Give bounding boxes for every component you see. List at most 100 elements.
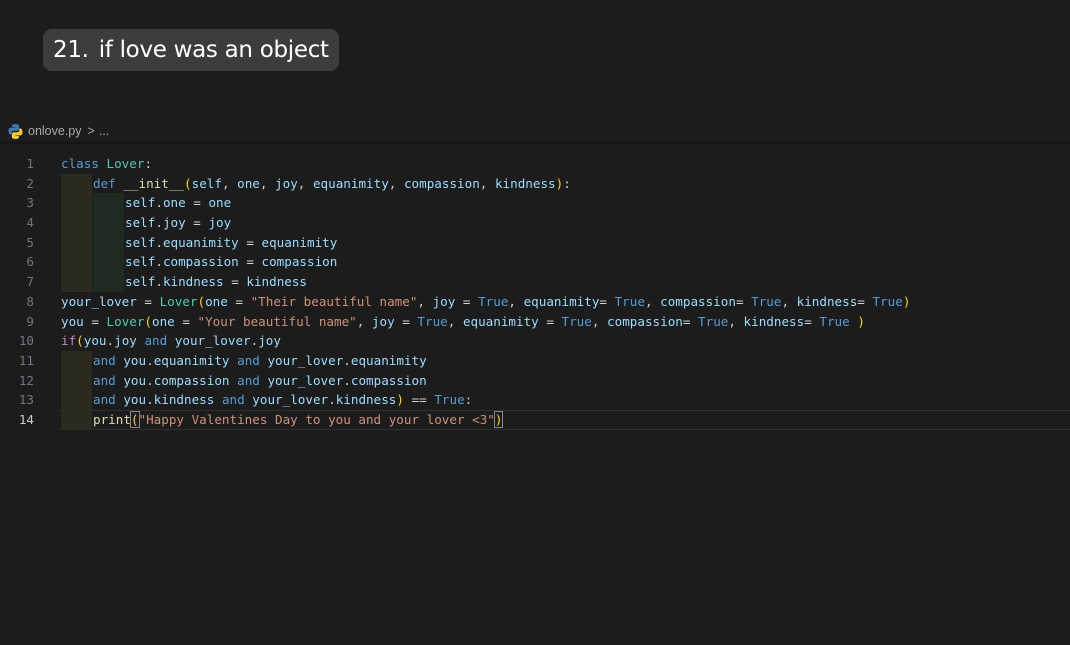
code-token: equanimity <box>523 293 600 309</box>
code-token: ) <box>902 293 911 309</box>
code-token: equanimity <box>462 313 539 329</box>
line-number: 10 <box>18 333 34 349</box>
code-token: one <box>237 175 260 191</box>
code-token: compassion <box>660 293 736 309</box>
code-token: . <box>146 352 154 368</box>
code-token: ( <box>184 175 192 191</box>
code-token: kindness <box>494 175 556 191</box>
code-token: = <box>223 274 247 290</box>
python-icon <box>7 123 24 140</box>
code-token: True <box>751 293 782 309</box>
code-token: . <box>155 234 163 250</box>
code-token: Lover <box>159 293 198 309</box>
indent-guide <box>93 252 124 273</box>
code-token: your_lover <box>267 372 344 388</box>
code-token: your_lover <box>61 293 137 309</box>
code-token: equanimity <box>162 234 239 250</box>
code-line[interactable]: 8 your_lover = Lover(one = "Their beautif… <box>0 292 1070 312</box>
code-line[interactable]: 3 self.one = one <box>0 193 1070 214</box>
code-token: self <box>125 215 156 231</box>
code-token: , <box>388 175 404 191</box>
code-token: ) <box>857 313 865 329</box>
code-token: True <box>434 392 465 408</box>
code-line[interactable]: 1 class Lover: <box>0 154 1070 174</box>
code-token: compassion <box>153 372 230 388</box>
indent-guide <box>61 272 92 292</box>
code-token: and <box>144 333 168 349</box>
code-token: True <box>819 313 850 329</box>
breadcrumb[interactable]: onlove.py > ... <box>7 121 109 141</box>
code-token: compassion <box>350 372 427 388</box>
code-token: joy <box>258 333 281 349</box>
code-line[interactable]: 13 and you.kindness and your_lover.kindne… <box>0 390 1070 410</box>
title-text: if love was an object <box>98 37 329 63</box>
code-token: your_lover <box>267 352 344 368</box>
code-text: you = Lover(one = "Your beautiful name",… <box>61 312 865 332</box>
line-number: 8 <box>26 293 34 309</box>
code-token: : <box>144 156 153 171</box>
code-token: ( <box>129 410 140 428</box>
code-token: . <box>343 372 351 388</box>
code-token: self <box>125 234 156 250</box>
code-token: , <box>447 313 463 329</box>
code-token: . <box>146 372 154 388</box>
code-line[interactable]: 14 print("Happy Valentines Day to you and… <box>0 409 1070 430</box>
code-line[interactable]: 9 you = Lover(one = "Your beautiful name"… <box>0 312 1070 332</box>
code-token: ) <box>396 392 404 408</box>
breadcrumb-trail[interactable]: ... <box>99 124 109 138</box>
code-token: , <box>221 175 238 191</box>
code-line[interactable]: 12 and you.compassion and your_lover.comp… <box>0 370 1070 391</box>
code-token: = <box>599 293 615 309</box>
code-token: kindness <box>246 274 308 290</box>
code-editor[interactable]: 1 class Lover: 2 def __init__(self, one, jo… <box>0 154 1070 430</box>
code-token: equanimity <box>312 175 389 191</box>
code-line[interactable]: 4 self.joy = joy <box>0 213 1070 233</box>
code-token: = <box>238 254 262 270</box>
code-line[interactable]: 7 self.kindness = kindness <box>0 272 1070 292</box>
code-token: your_lover <box>174 333 251 349</box>
code-token: , <box>781 293 797 309</box>
line-number: 9 <box>26 313 34 329</box>
breadcrumb-filename[interactable]: onlove.py <box>28 124 82 138</box>
indent-guide <box>61 252 92 273</box>
indent-guide <box>61 213 92 233</box>
slide-title: 21. if love was an object <box>43 29 339 71</box>
code-token: kindness <box>153 392 215 408</box>
code-line[interactable]: 10 if(you.joy and your_lover.joy <box>0 331 1070 351</box>
code-token: one <box>152 313 175 329</box>
code-token: one <box>162 195 186 211</box>
code-token: you <box>123 352 147 368</box>
code-line[interactable]: 6 self.compassion = compassion <box>0 252 1070 273</box>
code-token: you <box>83 333 107 349</box>
code-token: joy <box>208 215 232 231</box>
line-number: 11 <box>18 352 34 368</box>
code-token: = <box>394 313 418 329</box>
code-token: you <box>61 313 84 329</box>
code-token: . <box>155 215 163 231</box>
code-line[interactable]: 11 and you.equanimity and your_lover.equa… <box>0 350 1070 371</box>
code-text: self.one = one <box>125 193 231 213</box>
code-token: = <box>238 234 262 250</box>
code-token: "Happy Valentines Day to you and your lo… <box>138 411 495 427</box>
code-token: one <box>205 293 228 309</box>
line-number: 2 <box>26 175 34 191</box>
code-token: True <box>417 313 448 329</box>
indent-guide <box>61 409 92 430</box>
code-token: self <box>191 175 222 191</box>
code-token: , <box>297 175 313 191</box>
indent-guide <box>61 193 92 214</box>
code-token: compassion <box>261 254 338 270</box>
indent-guide <box>61 232 92 253</box>
code-token: self <box>125 254 156 270</box>
indent-guide <box>61 390 92 410</box>
line-number: 3 <box>26 195 34 211</box>
code-line[interactable]: 2 def __init__(self, one, joy, equanimity… <box>0 173 1070 194</box>
code-token: = <box>682 313 699 329</box>
code-line[interactable]: 5 self.equanimity = equanimity <box>0 232 1070 253</box>
code-token: , <box>417 293 433 309</box>
indent-guide <box>61 350 92 371</box>
code-token: . <box>146 392 154 408</box>
